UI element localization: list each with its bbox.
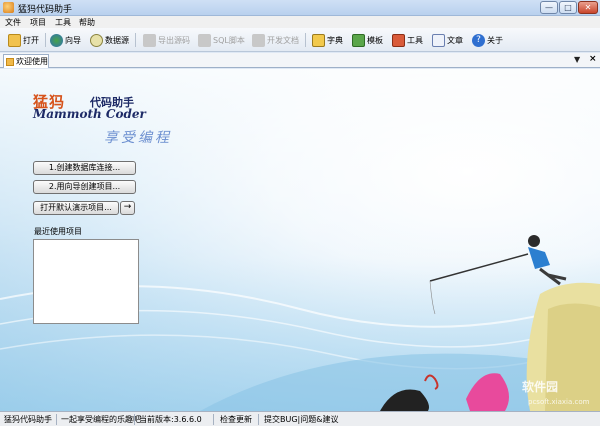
menu-project[interactable]: 项目 bbox=[30, 17, 46, 28]
wizard-button[interactable]: 向导 bbox=[50, 32, 81, 48]
check-update-link[interactable]: 检查更新 bbox=[220, 414, 252, 425]
tools-icon bbox=[392, 33, 405, 47]
wizard-icon bbox=[50, 33, 63, 47]
dictionary-button[interactable]: 字典 bbox=[312, 32, 343, 48]
toolbar-divider bbox=[135, 33, 136, 47]
recent-projects-list[interactable] bbox=[33, 239, 139, 324]
app-icon bbox=[3, 2, 14, 13]
menu-bar: 文件 项目 工具 帮助 bbox=[0, 16, 600, 28]
about-button[interactable]: ? 关于 bbox=[472, 32, 503, 48]
wizard-create-project-button[interactable]: 2.用向导创建项目... bbox=[33, 180, 136, 194]
sql-script-button[interactable]: SQL脚本 bbox=[198, 32, 245, 48]
recent-projects-label: 最近使用项目 bbox=[34, 227, 82, 236]
window-title: 猛犸代码助手 bbox=[18, 5, 73, 15]
toolbar-divider bbox=[45, 33, 46, 47]
watermark: 软件园 bbox=[522, 380, 559, 394]
tab-welcome[interactable]: 欢迎使用 bbox=[3, 54, 49, 68]
slogan: 享受编程 bbox=[104, 130, 172, 146]
status-divider bbox=[134, 414, 135, 425]
template-icon bbox=[352, 33, 365, 47]
title-bar: 猛犸代码助手 — □ ✕ bbox=[0, 0, 600, 16]
minimize-button[interactable]: — bbox=[540, 1, 558, 14]
help-icon: ? bbox=[472, 33, 485, 47]
menu-tools[interactable]: 工具 bbox=[55, 17, 71, 28]
open-demo-project-button[interactable]: 打开默认演示项目... bbox=[33, 201, 119, 215]
document-icon bbox=[252, 33, 265, 47]
status-divider bbox=[258, 414, 259, 425]
close-tab-button[interactable]: × bbox=[589, 54, 597, 64]
datasource-button[interactable]: 数据源 bbox=[90, 32, 129, 48]
submit-bug-link[interactable]: 提交BUG|问题&建议 bbox=[264, 414, 338, 425]
logo-english: Mammoth Coder bbox=[33, 107, 146, 121]
welcome-page: 猛犸 代码助手 Mammoth Coder 享受编程 1.创建数据库连接... … bbox=[0, 69, 600, 411]
status-divider bbox=[56, 414, 57, 425]
folder-icon bbox=[8, 33, 21, 47]
maximize-button[interactable]: □ bbox=[559, 1, 577, 14]
search-icon bbox=[90, 33, 103, 47]
menu-file[interactable]: 文件 bbox=[5, 17, 21, 28]
open-button[interactable]: 打开 bbox=[8, 32, 39, 48]
dev-doc-button[interactable]: 开发文档 bbox=[252, 32, 299, 48]
status-version: 当前版本:3.6.6.0 bbox=[139, 415, 202, 424]
sql-icon bbox=[198, 33, 211, 47]
toolbar: 打开 向导 数据源 导出源码 SQL脚本 开发文档 字典 模板 工具 文章 ? … bbox=[0, 28, 600, 52]
menu-help[interactable]: 帮助 bbox=[79, 17, 95, 28]
status-tagline: 一起享受编程的乐趣吧 bbox=[61, 415, 141, 424]
page-icon bbox=[6, 57, 14, 66]
export-code-button[interactable]: 导出源码 bbox=[143, 32, 190, 48]
template-button[interactable]: 模板 bbox=[352, 32, 383, 48]
status-bar: 猛犸代码助手 一起享受编程的乐趣吧 当前版本:3.6.6.0 检查更新 提交BU… bbox=[0, 411, 600, 426]
create-connection-button[interactable]: 1.创建数据库连接... bbox=[33, 161, 136, 175]
tab-list-dropdown[interactable]: ▼ bbox=[574, 55, 580, 64]
status-divider bbox=[213, 414, 214, 425]
export-icon bbox=[143, 33, 156, 47]
article-icon bbox=[432, 33, 445, 47]
toolbar-divider bbox=[305, 33, 306, 47]
demo-arrow-button[interactable]: → bbox=[120, 201, 135, 215]
tools-button[interactable]: 工具 bbox=[392, 32, 423, 48]
status-app-name: 猛犸代码助手 bbox=[4, 415, 52, 424]
article-button[interactable]: 文章 bbox=[432, 32, 463, 48]
close-button[interactable]: ✕ bbox=[578, 1, 598, 14]
book-icon bbox=[312, 33, 325, 47]
watermark-url: pcsoft.xiaxia.com bbox=[528, 398, 590, 406]
tab-strip: 欢迎使用 ▼ × bbox=[0, 53, 600, 68]
